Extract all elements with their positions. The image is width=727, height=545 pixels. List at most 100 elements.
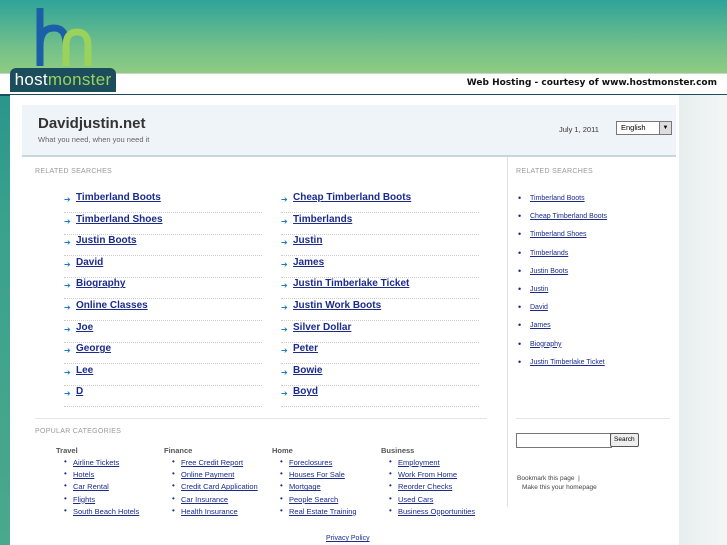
make-homepage-link[interactable]: Make this your homepage (522, 484, 597, 491)
category-link[interactable]: Real Estate Training (289, 507, 357, 516)
category-link[interactable]: Reorder Checks (398, 482, 452, 491)
category-link[interactable]: Health Insurance (181, 507, 238, 516)
category-link[interactable]: Car Rental (73, 482, 109, 491)
arrow-right-icon: ➔ (64, 281, 71, 291)
category-link[interactable]: Free Credit Report (181, 458, 243, 467)
bullet-icon: • (389, 505, 392, 515)
category-link[interactable]: South Beach Hotels (73, 507, 139, 516)
chevron-down-icon[interactable]: ▼ (659, 122, 671, 134)
related-search-item[interactable]: ➔ Joe (64, 321, 262, 343)
related-search-link[interactable]: Peter (293, 343, 318, 354)
related-search-item[interactable]: ➔ George (64, 342, 262, 365)
sidebar-related-link[interactable]: Timberland Boots (530, 195, 585, 202)
related-search-link[interactable]: Cheap Timberland Boots (293, 192, 411, 203)
related-search-item[interactable]: ➔ Lee (64, 364, 262, 386)
category-link[interactable]: Airline Tickets (73, 458, 119, 467)
category-link[interactable]: Car Insurance (181, 495, 228, 504)
related-search-item[interactable]: ➔ Timberland Shoes (64, 213, 262, 235)
arrow-right-icon: ➔ (64, 238, 71, 248)
related-search-link[interactable]: Timberlands (293, 214, 352, 225)
related-search-link[interactable]: Joe (76, 322, 93, 333)
related-search-link[interactable]: Biography (76, 278, 125, 289)
category-link[interactable]: Flights (73, 495, 95, 504)
sidebar-related-link[interactable]: Timberland Shoes (530, 231, 587, 238)
bullet-icon: • (518, 356, 522, 367)
related-search-item[interactable]: ➔ Boyd (281, 385, 479, 408)
category-link[interactable]: Hotels (73, 470, 94, 479)
bullet-icon: • (389, 457, 392, 466)
related-search-item[interactable]: ➔ David (64, 256, 262, 278)
category-heading: Finance (164, 446, 193, 455)
category-link[interactable]: Mortgage (289, 482, 321, 491)
related-search-link[interactable]: Justin Boots (76, 235, 137, 246)
arrow-right-icon: ➔ (281, 216, 288, 226)
bullet-icon: • (172, 457, 175, 466)
logo-monster-text: monster (47, 70, 112, 89)
popular-categories-label: POPULAR CATEGORIES (35, 428, 122, 435)
bullet-icon: • (280, 505, 283, 515)
sidebar-related-link[interactable]: Justin Boots (530, 268, 568, 275)
related-search-item[interactable]: ➔ Bowie (281, 364, 479, 386)
language-select[interactable]: English ▼ (616, 121, 672, 135)
logo-host-text: host (14, 70, 48, 89)
related-search-item[interactable]: ➔ Timberland Boots (64, 191, 262, 213)
related-search-item[interactable]: ➔ Online Classes (64, 299, 262, 321)
site-tagline: What you need, when you need it (38, 135, 150, 144)
bookmark-link[interactable]: Bookmark this page | (517, 475, 580, 482)
related-search-link[interactable]: Online Classes (76, 300, 148, 311)
category-link[interactable]: Credit Card Application (181, 482, 258, 491)
related-search-link[interactable]: Justin Timberlake Ticket (293, 278, 409, 289)
category-link[interactable]: Used Cars (398, 495, 433, 504)
related-search-link[interactable]: Justin (293, 235, 322, 246)
related-search-item[interactable]: ➔ Justin Boots (64, 234, 262, 257)
related-search-item[interactable]: ➔ James (281, 256, 479, 278)
category-link[interactable]: Foreclosures (289, 458, 332, 467)
category-link[interactable]: Employment (398, 458, 440, 467)
category-link[interactable]: People Search (289, 495, 338, 504)
language-value: English (621, 123, 646, 132)
related-search-link[interactable]: James (293, 257, 324, 268)
bullet-icon: • (64, 481, 67, 491)
sidebar-related-link[interactable]: Justin (530, 286, 548, 293)
related-search-item[interactable]: ➔ Justin (281, 234, 479, 257)
bullet-icon: • (518, 302, 522, 313)
category-link[interactable]: Work From Home (398, 470, 457, 479)
sidebar-related-link[interactable]: David (530, 304, 548, 311)
related-search-link[interactable]: Justin Work Boots (293, 300, 381, 311)
related-search-item[interactable]: ➔ Peter (281, 342, 479, 365)
related-search-link[interactable]: Lee (76, 365, 93, 376)
sidebar-related-link[interactable]: Justin Timberlake Ticket (530, 359, 605, 366)
related-search-link[interactable]: Silver Dollar (293, 322, 351, 333)
sidebar-related-link[interactable]: Biography (530, 341, 562, 348)
main-content: Davidjustin.net What you need, when you … (10, 95, 679, 545)
related-search-item[interactable]: ➔ Timberlands (281, 213, 479, 235)
bullet-icon: • (172, 493, 175, 503)
related-search-link[interactable]: Timberland Boots (76, 192, 161, 203)
related-search-link[interactable]: David (76, 257, 103, 268)
related-search-link[interactable]: Bowie (293, 365, 322, 376)
sidebar-divider (516, 418, 670, 419)
related-search-link[interactable]: Boyd (293, 386, 318, 397)
bullet-icon: • (518, 247, 522, 258)
category-link[interactable]: Houses For Sale (289, 470, 345, 479)
bullet-icon: • (64, 493, 67, 503)
hostmonster-logo[interactable]: hostmonster (10, 68, 116, 92)
bullet-icon: • (64, 457, 67, 466)
category-link[interactable]: Online Payment (181, 470, 234, 479)
related-search-link[interactable]: George (76, 343, 111, 354)
related-search-item[interactable]: ➔ Cheap Timberland Boots (281, 191, 479, 213)
search-input[interactable] (516, 433, 612, 448)
sidebar-related-link[interactable]: Timberlands (530, 250, 568, 257)
related-search-item[interactable]: ➔ D (64, 385, 262, 408)
search-button[interactable]: Search (610, 433, 639, 447)
related-search-item[interactable]: ➔ Biography (64, 277, 262, 300)
sidebar-related-link[interactable]: Cheap Timberland Boots (530, 213, 607, 220)
category-link[interactable]: Business Opportunities (398, 507, 475, 516)
related-search-link[interactable]: Timberland Shoes (76, 214, 163, 225)
related-search-link[interactable]: D (76, 386, 83, 397)
related-search-item[interactable]: ➔ Justin Timberlake Ticket (281, 277, 479, 300)
privacy-policy-link[interactable]: Privacy Policy (326, 535, 370, 542)
sidebar-related-link[interactable]: James (530, 322, 551, 329)
related-search-item[interactable]: ➔ Silver Dollar (281, 321, 479, 343)
related-search-item[interactable]: ➔ Justin Work Boots (281, 299, 479, 321)
